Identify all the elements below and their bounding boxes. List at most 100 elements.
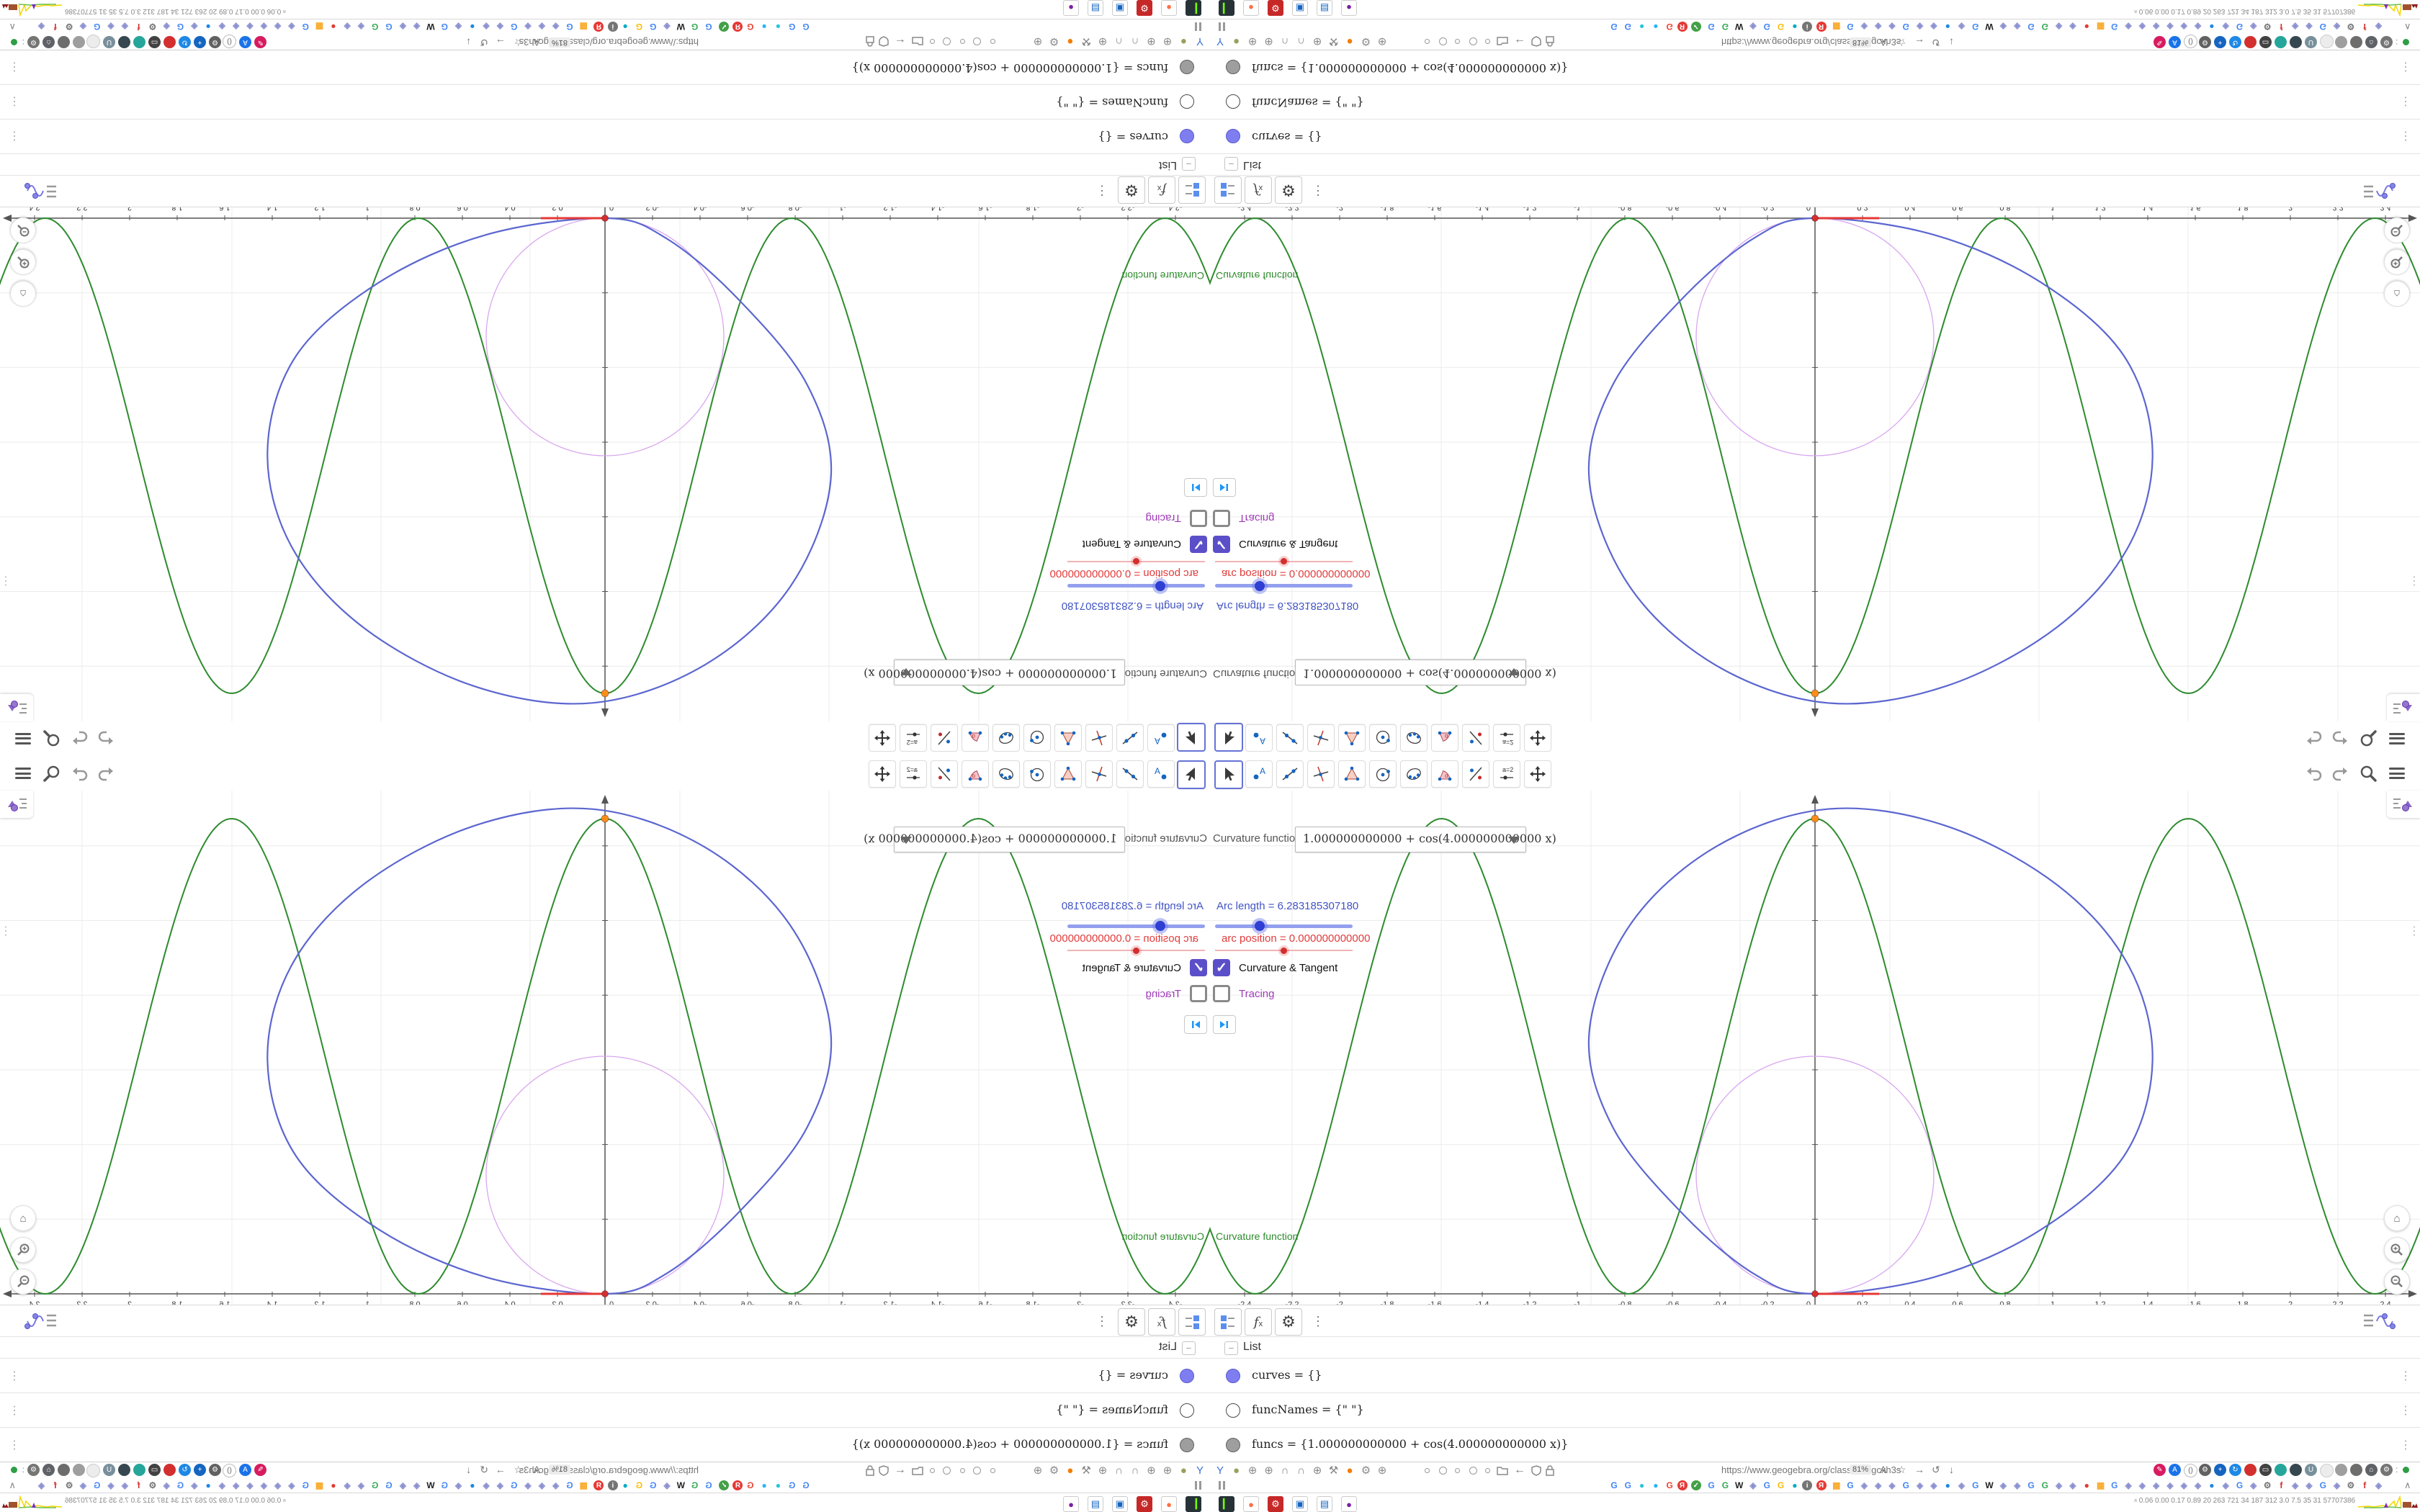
gear-app[interactable]: ⚙ [1137,0,1152,16]
list-group-header[interactable]: − List [1210,153,2420,176]
tool-point-button[interactable]: A [1147,760,1175,788]
tab-favicon[interactable]: ◈ [2150,20,2163,33]
back-icon[interactable]: ← [895,1464,906,1477]
tab-favicon[interactable]: ✓ [719,1480,730,1490]
tab-favicon[interactable]: ◈ [2372,20,2385,33]
globe-icon[interactable]: ⊕ [1262,35,1276,48]
tab-favicon[interactable]: G [1621,20,1634,33]
tool-polygon-button[interactable] [1338,724,1366,752]
gear2-ext[interactable]: ⚙ [27,36,40,48]
tab-favicon[interactable]: G [2316,1479,2329,1492]
visibility-marble[interactable] [1180,1438,1194,1452]
tab-favicon[interactable]: ◈ [411,20,424,33]
tab-favicon[interactable]: ◈ [2177,1479,2190,1492]
tab-favicon[interactable]: ✓ [1690,22,1701,32]
tab-favicon[interactable]: i [607,22,618,32]
fx-format-button[interactable]: fx [1148,1308,1175,1336]
algebra-row-curves[interactable]: curves = {} ⋮ [1210,119,2420,154]
forward-icon[interactable]: → [496,37,506,48]
tab-favicon[interactable]: G [2025,20,2038,33]
algebra-row-funcnames[interactable]: funcNames = {" "} ⋮ [0,1392,1210,1428]
tool-conic-button[interactable] [992,760,1020,788]
url-text[interactable]: https://www.geogebra.org/classic/aagcxh3… [1721,37,1901,48]
tab-favicon[interactable]: ◈ [2150,1479,2163,1492]
algebra-row-curves[interactable]: curves = {} ⋮ [0,1358,1210,1393]
gear2-ext[interactable]: ⚙ [27,1464,40,1476]
tab-favicon[interactable]: ◈ [660,20,673,33]
url-text[interactable]: https://www.geogebra.org/classic/aagcxh3… [1721,1464,1901,1475]
download-icon[interactable]: ↓ [466,37,471,48]
tool-conic-button[interactable] [1400,760,1428,788]
floppy64-app[interactable]: ▤ [1317,1496,1332,1512]
tab-favicon[interactable]: ▦ [1830,20,1843,33]
tool-reflect-button[interactable] [1462,724,1489,752]
graphics-view[interactable]: -2.4 -2.2 -2 -1.8 -1.6 -1.4 -1.2 -1 -0.8 -0.6 -0.4… [1210,791,2420,1305]
main-menu-button[interactable] [2387,763,2407,783]
algebra-panel-toggle[interactable] [19,177,59,202]
teal-ext[interactable] [133,36,145,48]
home-button[interactable]: ⌂ [2384,281,2410,307]
tab-favicon[interactable]: ▦ [577,1479,590,1492]
tab-favicon[interactable]: ◈ [2303,20,2316,33]
tab-favicon[interactable]: ◈ [1914,20,1927,33]
row-menu-icon[interactable]: ⋮ [9,1438,20,1452]
tab-favicon[interactable]: Я [593,22,604,32]
tab-favicon[interactable]: ◈ [2066,20,2079,33]
tab-favicon[interactable]: ◈ [493,20,506,33]
collapse-button[interactable]: − [1182,157,1196,171]
headset-icon[interactable]: ∩ [1128,35,1142,48]
panel-handle-icon[interactable]: ⋮ [0,574,12,588]
light-ext[interactable] [86,1464,100,1477]
tool-move-button[interactable] [1177,723,1206,752]
tab-favicon[interactable]: f [49,1479,62,1492]
tab-favicon[interactable]: G [744,20,757,33]
tab-favicon[interactable]: f [133,20,145,33]
tab-favicon[interactable]: ● [1649,1479,1662,1492]
tab-favicon[interactable]: ◈ [480,1479,493,1492]
tab-favicon[interactable]: ◈ [452,20,465,33]
tab-favicon[interactable]: ▦ [2094,20,2107,33]
gear2-ext[interactable]: ⚙ [2380,36,2393,48]
tab-favicon[interactable]: ◈ [452,1479,465,1492]
tab-favicon[interactable]: ◈ [341,1479,354,1492]
teal-ext[interactable] [2275,36,2287,48]
slider-handle[interactable] [1254,921,1265,931]
tab-favicon[interactable]: G [1899,20,1912,33]
arc-position-slider[interactable] [1067,558,1205,564]
tool-move-view-button[interactable] [869,724,896,752]
forward-icon[interactable]: → [496,1464,506,1475]
gray-ext[interactable] [2335,1464,2347,1476]
play-step-button[interactable] [1184,478,1207,497]
tab-favicon[interactable]: f [133,1479,145,1492]
firefox-app[interactable]: ● [1243,1496,1259,1512]
tool-angle-button[interactable]: α [962,760,989,788]
undo-button[interactable] [2303,763,2323,783]
tab-favicon[interactable]: G [91,1479,104,1492]
trash-ext[interactable]: ▭ [148,36,161,48]
row-menu-icon[interactable]: ⋮ [2400,1403,2411,1418]
arc-position-slider[interactable] [1215,948,1353,954]
red-ext[interactable] [2244,36,2257,48]
forward-icon[interactable]: → [1914,1464,1924,1475]
tab-favicon[interactable]: ◈ [396,20,409,33]
tab-favicon[interactable]: ◈ [243,20,256,33]
tab-favicon[interactable]: ◈ [2066,1479,2079,1492]
panel-handle-icon[interactable]: ⋮ [0,924,12,938]
tab-favicon[interactable]: ◈ [354,20,367,33]
permission-dot-icon[interactable] [960,39,965,44]
tool-point-button[interactable]: A [1245,724,1273,752]
tab-favicon[interactable]: G [689,20,702,33]
teal-ext[interactable] [2275,1464,2287,1476]
home-button[interactable]: ⌂ [10,281,36,307]
tab-favicon[interactable]: G [799,1479,812,1492]
graphics-view[interactable]: -2.4 -2.2 -2 -1.8 -1.6 -1.4 -1.2 -1 -0.8 -0.6 -0.4… [1210,207,2420,721]
shield-ext[interactable]: U [2305,36,2317,48]
tab-favicon[interactable]: ● [758,20,771,33]
home-ext[interactable]: ⌂ [2365,36,2378,48]
tab-favicon[interactable]: G [1844,1479,1857,1492]
owl-app[interactable]: ● [1063,1496,1079,1512]
tab-favicon[interactable]: ● [327,1479,340,1492]
home-button[interactable]: ⌂ [2384,1205,2410,1231]
tool-move-view-button[interactable] [1524,724,1551,752]
gray-ext[interactable] [73,1464,85,1476]
